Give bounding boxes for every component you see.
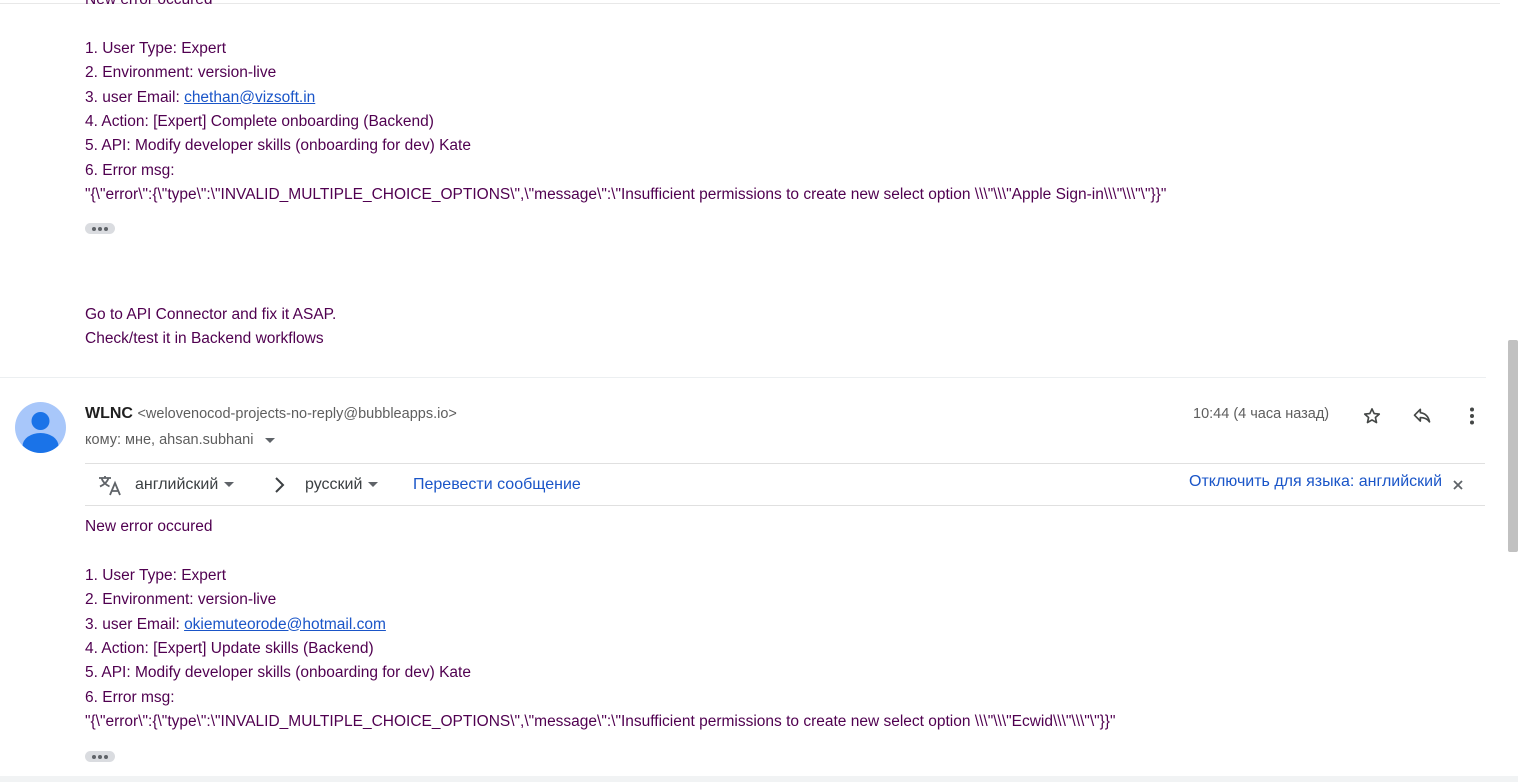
translate-bar: английский русский Перевести сообщение О…	[85, 463, 1485, 506]
email1-heading: New error occured	[85, 0, 1166, 12]
message-time: 10:44 (4 часа назад)	[1193, 406, 1330, 422]
email2-line-user-type: 1. User Type: Expert	[85, 566, 226, 584]
scrollbar-thumb[interactable]	[1508, 340, 1518, 552]
more-vert-icon	[1470, 407, 1474, 425]
show-details-chevron-down-icon[interactable]	[265, 437, 276, 443]
close-translate-button[interactable]	[1453, 464, 1463, 505]
email1-body: New error occured 1. User Type: Expert 2…	[85, 0, 1166, 208]
email1-footer-line-2: Check/test it in Backend workflows	[85, 330, 324, 348]
close-icon	[1453, 479, 1463, 490]
email1-line-environment: 2. Environment: version-live	[85, 64, 277, 82]
email1-line-user-type: 1. User Type: Expert	[85, 39, 226, 57]
email2-body: New error occured 1. User Type: Expert 2…	[85, 515, 1115, 735]
star-button[interactable]	[1357, 401, 1387, 431]
translate-icon	[97, 464, 123, 505]
translate-message-link[interactable]: Перевести сообщение	[413, 464, 581, 505]
chevron-down-icon	[368, 482, 379, 487]
reply-button[interactable]	[1407, 401, 1437, 431]
sender-name[interactable]: WLNC	[85, 405, 133, 422]
chevron-down-icon	[224, 482, 235, 487]
email1-line-email: 3. user Email: chethan@vizsoft.in	[85, 88, 316, 106]
sender: WLNC <welovenocod-projects-no-reply@bubb…	[85, 405, 457, 423]
sender-email: <welovenocod-projects-no-reply@bubbleapp…	[137, 406, 457, 422]
source-language-select[interactable]: английский	[135, 464, 235, 505]
email2-heading: New error occured	[85, 518, 213, 535]
reply-icon	[1413, 408, 1431, 423]
email2-line-api: 5. API: Modify developer skills (onboard…	[85, 664, 471, 682]
email1-line-api: 5. API: Modify developer skills (onboard…	[85, 137, 471, 155]
email2-show-trimmed-button[interactable]	[85, 751, 115, 762]
email2-line-error-json: "{\"error\":{\"type\":\"INVALID_MULTIPLE…	[85, 713, 1116, 731]
email1-email-link[interactable]: chethan@vizsoft.in	[184, 89, 315, 106]
email2-email-link[interactable]: okiemuteorode@hotmail.com	[184, 616, 386, 633]
chevron-right-icon	[273, 464, 285, 505]
email2-line-action: 4. Action: [Expert] Update skills (Backe…	[85, 639, 374, 657]
email1-show-trimmed-button[interactable]	[85, 223, 115, 234]
email1-footer: Go to API Connector and fix it ASAP. Che…	[85, 303, 336, 352]
target-language-value: русский	[305, 475, 363, 493]
recipients-text: кому: мне, ahsan.subhani	[85, 432, 254, 448]
email1-line-error-label: 6. Error msg:	[85, 161, 175, 179]
star-icon	[1363, 408, 1381, 424]
target-language-select[interactable]: русский	[305, 464, 379, 505]
email1-line-error-json: "{\"error\":{\"type\":\"INVALID_MULTIPLE…	[85, 186, 1167, 204]
avatar	[15, 402, 66, 453]
email2-line-email: 3. user Email: okiemuteorode@hotmail.com	[85, 615, 386, 633]
recipients: кому: мне, ahsan.subhani	[85, 432, 276, 448]
email1-footer-line-1: Go to API Connector and fix it ASAP.	[85, 306, 337, 323]
email1-line-action: 4. Action: [Expert] Complete onboarding …	[85, 112, 434, 130]
more-options-button[interactable]	[1457, 401, 1487, 431]
bottom-edge	[0, 776, 1518, 782]
disable-translate-link[interactable]: Отключить для языка: английский	[1189, 461, 1442, 502]
email2-line-error-label: 6. Error msg:	[85, 688, 175, 706]
message-divider	[0, 377, 1486, 378]
email2-line-environment: 2. Environment: version-live	[85, 591, 277, 609]
source-language-value: английский	[135, 475, 219, 493]
